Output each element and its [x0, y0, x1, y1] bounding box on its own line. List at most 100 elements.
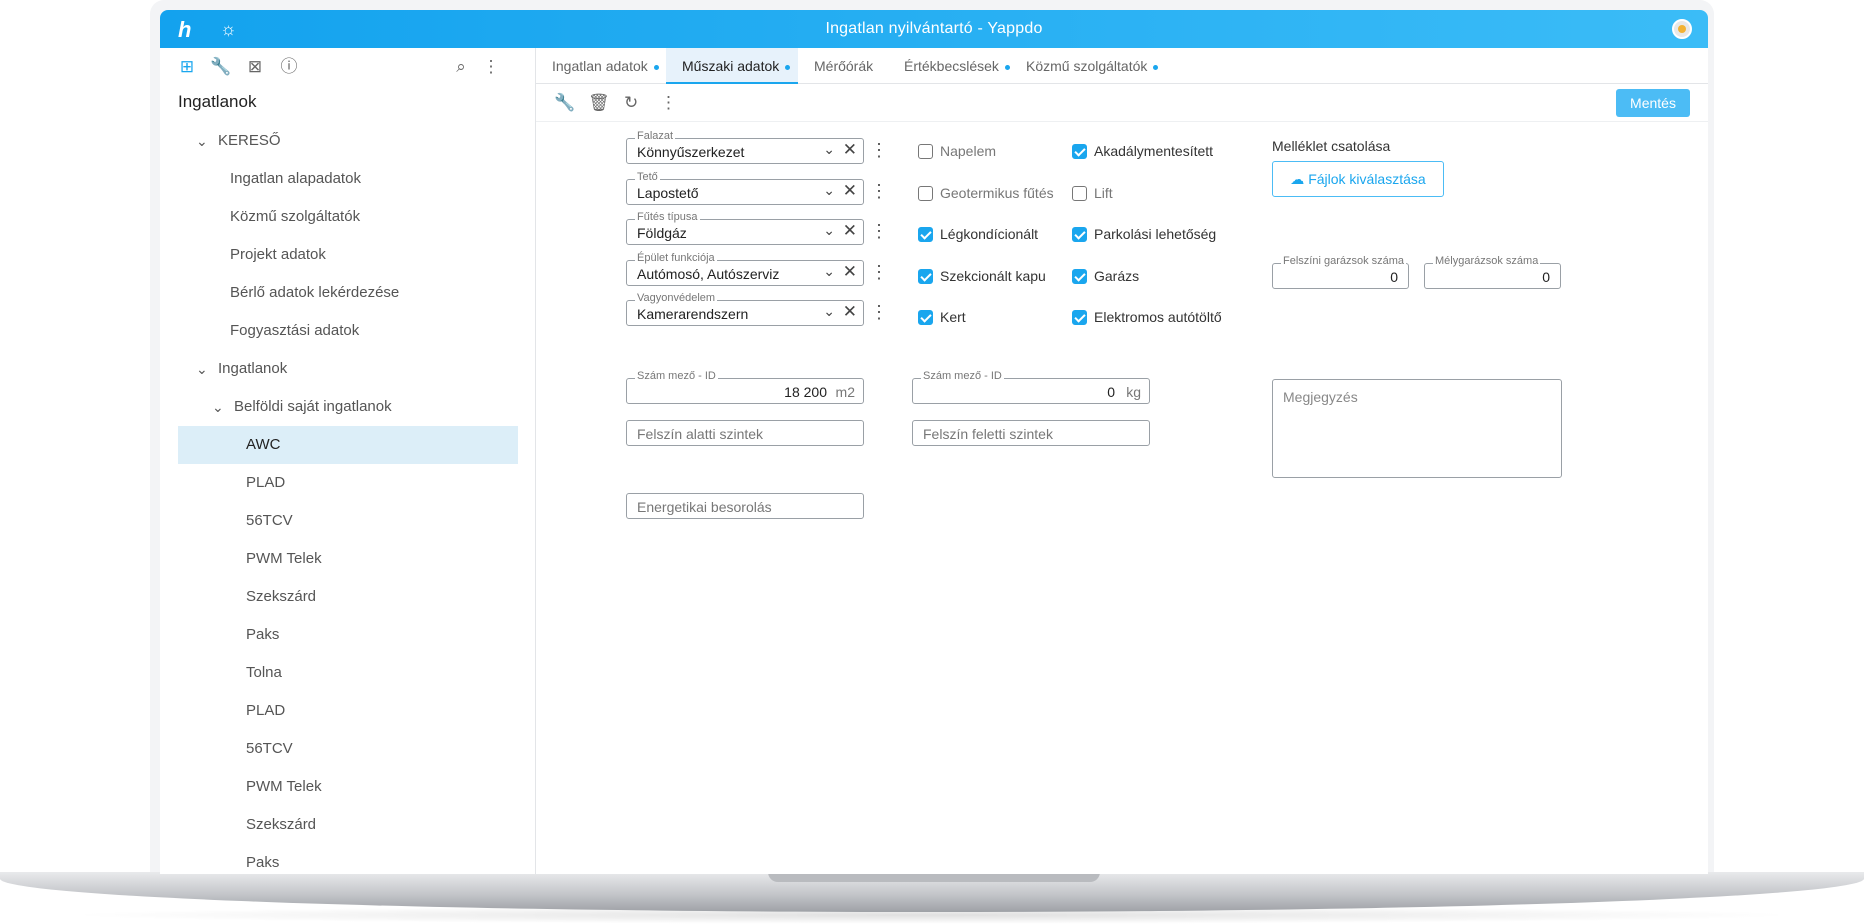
above-levels-placeholder: Felszín feletti szintek — [923, 426, 1053, 442]
select-field[interactable]: Tető Lapostető ⌄ ✕ — [626, 170, 864, 205]
tree-item[interactable]: Szekszárd — [178, 578, 518, 616]
sidebar: ⊞ 🔧 ⊠ ⓘ ⌕ ⋮ Ingatlanok ⌄ KERESŐ Ingatlan a… — [160, 48, 536, 874]
tree-item[interactable]: PLAD — [178, 464, 518, 502]
more-vertical-icon[interactable]: ⋮ — [870, 140, 888, 161]
export-icon[interactable]: ⊠ — [244, 56, 266, 78]
note-textarea[interactable]: Megjegyzés — [1272, 379, 1562, 478]
tree-item[interactable]: 56TCV — [178, 730, 518, 768]
tree-item-label: Projekt adatok — [230, 246, 326, 263]
tab-label: Közmű szolgáltatók — [1026, 58, 1148, 74]
tree-item[interactable]: PWM Telek — [178, 540, 518, 578]
clear-icon[interactable]: ✕ — [843, 302, 857, 322]
search-icon[interactable]: ⌕ — [450, 56, 472, 78]
tree-item[interactable]: Ingatlan alapadatok — [178, 160, 518, 198]
checkbox-label: Garázs — [1094, 267, 1140, 284]
trash-icon[interactable]: 🗑 — [588, 93, 610, 113]
tree-item-label: PLAD — [246, 702, 286, 719]
underground-garages-field[interactable]: Mélygarázsok száma 0 — [1424, 255, 1561, 289]
choose-files-button[interactable]: ☁ Fájlok kiválasztása — [1272, 161, 1444, 197]
tree-item[interactable]: Fogyasztási adatok — [178, 312, 518, 350]
more-vertical-icon[interactable]: ⋮ — [480, 56, 502, 78]
wrench-icon[interactable]: 🔧 — [554, 93, 575, 113]
tree-item[interactable]: Bérlő adatok lekérdezése — [178, 274, 518, 312]
weight-number-field[interactable]: Szám mező - ID 0 kg — [912, 370, 1150, 404]
tab[interactable]: Értékbecslések — [888, 48, 1010, 84]
checkbox-box[interactable] — [918, 268, 933, 284]
tab[interactable]: Közmű szolgáltatók — [1010, 48, 1160, 84]
area-number-field[interactable]: Szám mező - ID 18 200 m2 — [626, 370, 864, 404]
tree-item-label: Szekszárd — [246, 816, 317, 833]
more-vertical-icon[interactable]: ⋮ — [870, 181, 888, 202]
checkbox-box[interactable] — [918, 227, 933, 242]
wrench-icon[interactable]: 🔧 — [210, 56, 232, 78]
tree-item-label: Közmű szolgáltatók — [230, 208, 361, 225]
refresh-icon[interactable]: ↻ — [624, 93, 638, 113]
user-avatar[interactable] — [1672, 19, 1692, 39]
energy-rating-input[interactable]: Energetikai besorolás — [626, 493, 864, 519]
tree-item-label: PLAD — [246, 474, 286, 491]
tab-bar: Ingatlan adatok Műszaki adatok Mérőórák Ért… — [536, 48, 1708, 84]
checkbox-box[interactable] — [1072, 310, 1087, 325]
chevron-down-icon[interactable]: ⌄ — [212, 388, 224, 426]
attachment-title: Melléklet csatolása — [1272, 138, 1391, 154]
tab[interactable]: Ingatlan adatok — [536, 48, 666, 84]
sidebar-title: Ingatlanok — [178, 92, 257, 111]
select-field[interactable]: Falazat Könnyűszerkezet ⌄ ✕ — [626, 130, 864, 164]
tree-item[interactable]: Paks — [178, 844, 518, 874]
more-vertical-icon[interactable]: ⋮ — [660, 93, 677, 113]
tree-item[interactable]: 56TCV — [178, 502, 518, 540]
save-button[interactable]: Mentés — [1616, 89, 1690, 117]
info-icon[interactable]: ⓘ — [278, 56, 300, 78]
add-icon[interactable]: ⊞ — [176, 56, 198, 78]
tree-item[interactable]: PLAD — [178, 692, 518, 730]
content-toolbar: 🔧 🗑 ↻ ⋮ Mentés — [536, 84, 1708, 122]
more-vertical-icon[interactable]: ⋮ — [870, 221, 888, 242]
more-vertical-icon[interactable]: ⋮ — [870, 262, 888, 283]
checkbox-label: Parkolási lehetőség — [1094, 226, 1217, 242]
chevron-down-icon[interactable]: ⌄ — [196, 350, 208, 388]
chevron-down-icon[interactable]: ⌄ — [823, 222, 835, 239]
clear-icon[interactable]: ✕ — [843, 262, 857, 282]
main-panel: Ingatlan adatok Műszaki adatok Mérőórák Ért… — [536, 48, 1708, 874]
checkbox-box[interactable] — [918, 144, 933, 159]
more-vertical-icon[interactable]: ⋮ — [870, 302, 888, 323]
below-levels-input[interactable]: Felszín alatti szintek — [626, 420, 864, 446]
clear-icon[interactable]: ✕ — [843, 181, 857, 201]
chevron-down-icon[interactable]: ⌄ — [196, 122, 208, 160]
chevron-down-icon[interactable]: ⌄ — [823, 141, 835, 158]
tree-item-label: Paks — [246, 854, 280, 871]
clear-icon[interactable]: ✕ — [843, 140, 857, 160]
tree-item[interactable]: Projekt adatok — [178, 236, 518, 274]
tree-item[interactable]: ⌄ KERESŐ — [178, 122, 518, 160]
tree-item[interactable]: ⌄ Ingatlanok — [178, 350, 518, 388]
above-levels-input[interactable]: Felszín feletti szintek — [912, 420, 1150, 446]
weight-number-value: 0 — [1107, 384, 1115, 400]
tab[interactable]: Mérőórák — [798, 48, 888, 84]
tree-item[interactable]: Közmű szolgáltatók — [178, 198, 518, 236]
chevron-down-icon[interactable]: ⌄ — [823, 263, 835, 280]
select-field[interactable]: Épület funkciója Autómosó, Autószerviz ⌄ ✕ — [626, 251, 864, 286]
checkbox-box[interactable] — [1072, 185, 1087, 201]
chevron-down-icon[interactable]: ⌄ — [823, 182, 835, 199]
select-field[interactable]: Vagyonvédelem Kamerarendszern ⌄ ✕ — [626, 292, 864, 326]
chevron-down-icon[interactable]: ⌄ — [823, 303, 835, 320]
tree-item[interactable]: Paks — [178, 616, 518, 654]
tree-item[interactable]: Szekszárd — [178, 806, 518, 844]
checkbox-box[interactable] — [1072, 268, 1087, 284]
checkbox-box[interactable] — [1072, 227, 1087, 242]
tree-item-label: 56TCV — [246, 512, 293, 529]
tree-item[interactable]: Tolna — [178, 654, 518, 692]
checkbox-box[interactable] — [918, 185, 933, 201]
tree-item[interactable]: PWM Telek — [178, 768, 518, 806]
checkbox-label: Szekcionált kapu — [940, 267, 1046, 284]
surface-garages-field[interactable]: Felszíni garázsok száma 0 — [1272, 255, 1409, 289]
tree-item-label: Fogyasztási adatok — [230, 322, 360, 339]
tree-item[interactable]: AWC — [178, 426, 518, 464]
clear-icon[interactable]: ✕ — [843, 221, 857, 241]
checkbox-box[interactable] — [1072, 144, 1087, 159]
tree-item[interactable]: ⌄ Belföldi saját ingatlanok — [178, 388, 518, 426]
tab[interactable]: Műszaki adatok — [666, 48, 798, 84]
app-window: h ☼ Ingatlan nyilvántartó - Yappdo ⊞ 🔧 ⊠… — [160, 10, 1708, 874]
checkbox-box[interactable] — [918, 310, 933, 325]
select-field[interactable]: Fűtés típusa Földgáz ⌄ ✕ — [626, 211, 864, 245]
